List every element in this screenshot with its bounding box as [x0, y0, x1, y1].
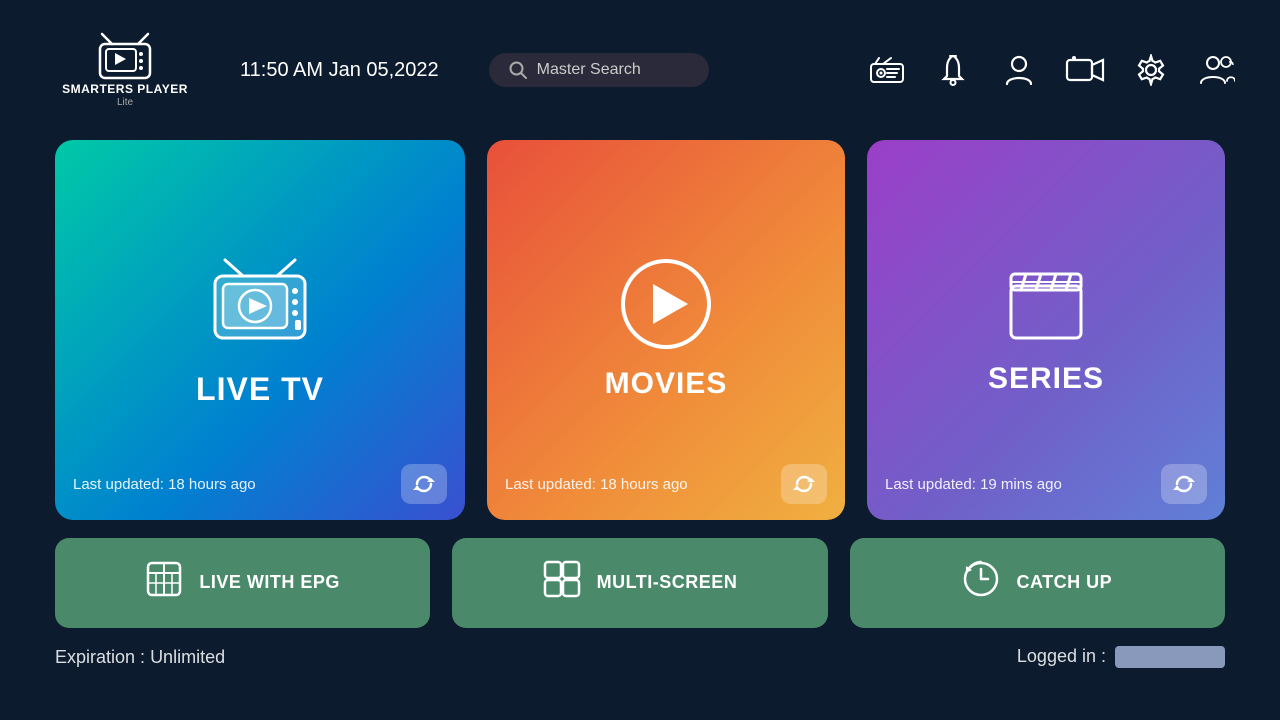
expiration-label: Expiration : [55, 647, 145, 667]
live-tv-footer: Last updated: 18 hours ago [73, 464, 447, 504]
series-refresh-button[interactable] [1161, 464, 1207, 504]
series-card[interactable]: SERIES Last updated: 19 mins ago [867, 140, 1225, 520]
series-updated: Last updated: 19 mins ago [885, 476, 1062, 493]
series-icon [1001, 264, 1091, 344]
live-epg-card[interactable]: LIVE WITH EPG [55, 538, 430, 628]
main-content: LIVE TV Last updated: 18 hours ago MOVIE… [0, 140, 1280, 628]
bottom-cards-row: LIVE WITH EPG MULTI-SCREEN [55, 538, 1225, 628]
datetime: 11:50 AM Jan 05,2022 [240, 59, 439, 82]
movies-refresh-button[interactable] [781, 464, 827, 504]
record-icon[interactable] [1062, 47, 1108, 93]
logo-name: SMARTERS PLAYER [62, 82, 188, 98]
logo: SMARTERS PLAYER Lite [40, 32, 210, 109]
live-tv-icon [200, 253, 320, 353]
live-epg-icon [145, 560, 183, 606]
movies-footer: Last updated: 18 hours ago [505, 464, 827, 504]
profile-icon[interactable] [996, 47, 1042, 93]
settings-icon[interactable] [1128, 47, 1174, 93]
logged-in-info: Logged in : [1017, 646, 1225, 668]
movies-label: MOVIES [605, 367, 728, 401]
catch-up-card[interactable]: CATCH UP [850, 538, 1225, 628]
logged-in-label: Logged in : [1017, 646, 1106, 666]
series-label: SERIES [988, 362, 1104, 396]
expiration-value: Unlimited [150, 647, 225, 667]
logo-tv-icon [94, 32, 156, 82]
movies-card[interactable]: MOVIES Last updated: 18 hours ago [487, 140, 845, 520]
live-tv-refresh-button[interactable] [401, 464, 447, 504]
catch-up-icon [962, 560, 1000, 606]
footer: Expiration : Unlimited Logged in : [0, 628, 1280, 668]
expiration-info: Expiration : Unlimited [55, 647, 225, 668]
multi-screen-label: MULTI-SCREEN [597, 572, 738, 594]
multi-screen-card[interactable]: MULTI-SCREEN [452, 538, 827, 628]
search-icon [509, 61, 527, 79]
search-bar[interactable]: Master Search [489, 53, 709, 87]
logged-in-value [1115, 646, 1225, 668]
play-triangle [653, 284, 688, 324]
header: SMARTERS PLAYER Lite 11:50 AM Jan 05,202… [0, 0, 1280, 140]
movies-play-icon [621, 259, 711, 349]
top-cards-row: LIVE TV Last updated: 18 hours ago MOVIE… [55, 140, 1225, 520]
series-footer: Last updated: 19 mins ago [885, 464, 1207, 504]
live-tv-label: LIVE TV [196, 371, 324, 408]
movies-refresh-icon [793, 473, 815, 495]
users-icon[interactable] [1194, 47, 1240, 93]
live-tv-updated: Last updated: 18 hours ago [73, 476, 256, 493]
logo-lite: Lite [117, 97, 133, 108]
series-refresh-icon [1173, 473, 1195, 495]
header-icons [864, 47, 1240, 93]
search-placeholder: Master Search [537, 61, 641, 79]
catch-up-label: CATCH UP [1016, 572, 1112, 594]
notification-icon[interactable] [930, 47, 976, 93]
live-epg-label: LIVE WITH EPG [199, 572, 340, 594]
live-tv-card[interactable]: LIVE TV Last updated: 18 hours ago [55, 140, 465, 520]
movies-updated: Last updated: 18 hours ago [505, 476, 688, 493]
radio-icon[interactable] [864, 47, 910, 93]
refresh-icon [413, 473, 435, 495]
multi-screen-icon [543, 560, 581, 606]
